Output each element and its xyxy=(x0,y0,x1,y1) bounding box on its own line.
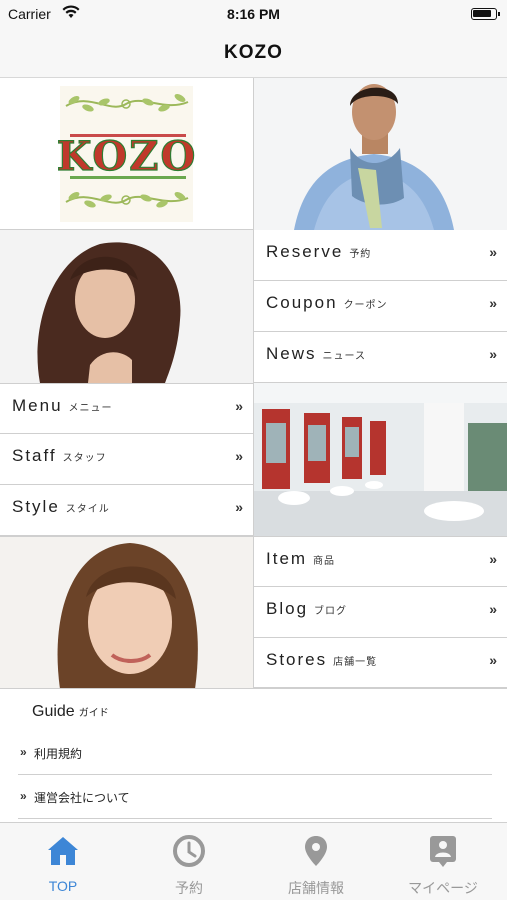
menu-label: Menu xyxy=(12,396,63,415)
coupon-jp-label: クーポン xyxy=(343,300,388,311)
style-label: Style xyxy=(12,497,60,516)
news-button[interactable]: News ニュース » xyxy=(253,332,507,383)
chevron-right-icon: » xyxy=(489,652,497,668)
news-jp-label: ニュース xyxy=(322,351,367,362)
battery-icon xyxy=(471,8,500,20)
item-label: Item xyxy=(266,549,308,568)
style-button[interactable]: Style スタイル » xyxy=(0,485,253,536)
bottom-tab-bar: TOP 予約 店舗情報 マイページ xyxy=(0,822,507,900)
stores-button[interactable]: Stores 店舗一覧 » xyxy=(253,638,507,688)
guide-heading: Guide ガイド xyxy=(32,703,109,721)
blog-jp-label: ブログ xyxy=(314,606,348,617)
tab-store-info[interactable]: 店舗情報 xyxy=(253,823,379,900)
home-icon xyxy=(48,837,78,865)
staff-button[interactable]: Staff スタッフ » xyxy=(0,434,253,485)
person-badge-icon xyxy=(430,836,456,867)
chevron-right-icon: » xyxy=(489,346,497,362)
chevron-right-icon: » xyxy=(20,745,27,759)
chevron-right-icon: » xyxy=(20,789,27,803)
chevron-right-icon: » xyxy=(489,551,497,567)
menu-button[interactable]: Menu メニュー » xyxy=(0,383,253,434)
stores-jp-label: 店舗一覧 xyxy=(333,657,378,668)
guide-title-jp: ガイド xyxy=(78,708,109,719)
chevron-right-icon: » xyxy=(235,499,243,515)
tab-mypage[interactable]: マイページ xyxy=(380,823,506,900)
blog-label: Blog xyxy=(266,599,309,618)
chevron-right-icon: » xyxy=(235,448,243,464)
tab-reserve[interactable]: 予約 xyxy=(126,823,252,900)
smiling-woman-photo xyxy=(0,536,253,688)
news-label: News xyxy=(266,344,317,363)
item-button[interactable]: Item 商品 » xyxy=(253,536,507,587)
reserve-button[interactable]: Reserve 予約 » xyxy=(253,230,507,281)
woman-portrait-photo xyxy=(0,230,253,383)
chevron-right-icon: » xyxy=(489,295,497,311)
clock-time: 8:16 PM xyxy=(227,6,280,22)
tab-label: 店舗情報 xyxy=(288,880,344,896)
guide-title: Guide xyxy=(32,703,75,720)
page-title: KOZO xyxy=(224,42,283,63)
tab-label: 予約 xyxy=(175,880,203,896)
status-bar: Carrier 8:16 PM xyxy=(0,0,507,30)
navigation-bar: KOZO xyxy=(0,30,507,78)
salon-logo: KOZO xyxy=(0,78,253,230)
guide-section: Guide ガイド » 利用規約 » 運営会社について xyxy=(0,688,507,822)
reserve-label: Reserve xyxy=(266,242,344,261)
tab-label: TOP xyxy=(48,878,78,894)
style-jp-label: スタイル xyxy=(65,504,110,515)
chevron-right-icon: » xyxy=(235,398,243,414)
salon-interior-photo xyxy=(253,383,507,536)
blog-button[interactable]: Blog ブログ » xyxy=(253,587,507,638)
tab-top[interactable]: TOP xyxy=(0,823,126,900)
menu-jp-label: メニュー xyxy=(68,403,113,414)
terms-of-use-link[interactable]: » 利用規約 xyxy=(18,731,492,775)
chevron-right-icon: » xyxy=(489,244,497,260)
logo-wordmark: KOZO xyxy=(57,133,198,180)
staff-jp-label: スタッフ xyxy=(62,453,107,464)
item-jp-label: 商品 xyxy=(313,556,336,567)
staff-label: Staff xyxy=(12,446,57,465)
guide-item-label: 利用規約 xyxy=(34,747,83,761)
guide-item-label: 運営会社について xyxy=(34,791,130,805)
tab-label: マイページ xyxy=(408,880,478,896)
chevron-right-icon: » xyxy=(489,601,497,617)
home-menu-grid: KOZO Reserve 予約 » Coupon クーポン » News ニュー… xyxy=(0,78,507,688)
coupon-label: Coupon xyxy=(266,293,338,312)
logo-graphic: KOZO xyxy=(56,86,198,222)
coupon-button[interactable]: Coupon クーポン » xyxy=(253,281,507,332)
about-company-link[interactable]: » 運営会社について xyxy=(18,775,492,819)
location-pin-icon xyxy=(305,836,327,866)
man-portrait-photo xyxy=(253,78,507,230)
stores-label: Stores xyxy=(266,650,328,669)
reserve-jp-label: 予約 xyxy=(349,249,372,260)
clock-icon xyxy=(173,835,205,867)
